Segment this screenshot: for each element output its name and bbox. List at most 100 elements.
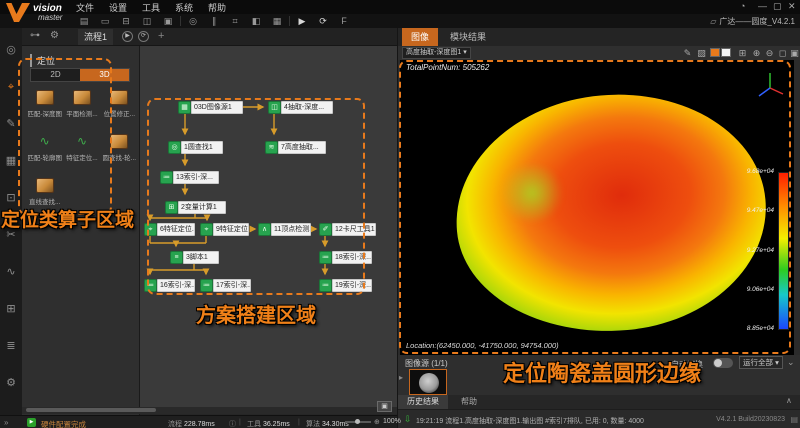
fit-view-icon[interactable]: ⊞ (736, 47, 749, 59)
flow-node-index-13[interactable]: ≔ 13索引-深... (160, 170, 219, 184)
measure-icon[interactable]: ▦ (0, 151, 22, 171)
save-icon[interactable]: ▤ (76, 15, 92, 27)
flow-node-script[interactable]: ≡ 3脚本1 (170, 250, 219, 264)
loop-flow-icon[interactable]: ⟳ (138, 31, 149, 42)
operator-icon (35, 178, 54, 193)
flow-node-feature-locate-9[interactable]: ⌖ 9特征定位... (200, 222, 249, 236)
data-queue-icon[interactable]: ▦ (269, 15, 285, 27)
tab-image[interactable]: 图像 (402, 28, 438, 46)
module-icon: ≔ (200, 278, 213, 292)
zoom-icon[interactable]: ⊕ (374, 418, 380, 426)
auto-switch-toggle[interactable] (713, 358, 733, 368)
module-label: 3脚本1 (183, 250, 219, 264)
module-icon: ≔ (319, 278, 332, 292)
export-icon[interactable]: ⊟ (118, 15, 134, 27)
3d-viewport[interactable]: TotalPointNum: 505262 9.68e+04 9.47e+04 … (400, 60, 794, 355)
operator-feature-locate[interactable]: ∿ 特征定位... (63, 134, 100, 162)
flow-node-caliper-tool[interactable]: ✐ 12卡尺工具1 (319, 222, 376, 236)
tab-history-result[interactable]: 历史结果 (398, 395, 448, 409)
operator-match-profile[interactable]: ∿ 匹配-轮廓图 (26, 134, 63, 162)
menu-help[interactable]: 帮助 (208, 1, 226, 14)
flow-canvas-scrollbar[interactable] (22, 407, 397, 414)
calib-icon[interactable]: ⊞ (0, 299, 22, 319)
run-once-icon[interactable]: ▶ (294, 15, 310, 27)
grid-icon[interactable]: ⌗ (227, 15, 243, 27)
module-label: 7高度抽取... (278, 140, 326, 154)
flow-node-index-19[interactable]: ≔ 19索引-深... (319, 278, 372, 292)
maximize-button[interactable]: ▢ (773, 1, 782, 12)
image-source-select[interactable]: 高度抽取-深度图1 ▾ (402, 47, 471, 59)
menu-settings[interactable]: 设置 (109, 1, 127, 14)
image-thumbnail[interactable] (409, 369, 447, 395)
flow-node-index-16[interactable]: ≔ 16索引-深... (144, 278, 195, 292)
operator-plane-detect[interactable]: 平面检测... (63, 90, 100, 118)
flow-tab[interactable]: 流程1 (78, 29, 114, 45)
flow-node-index-18[interactable]: ≔ 18索引-深... (319, 250, 372, 264)
chevron-down-icon[interactable]: ⌄ (787, 357, 795, 368)
colorbar-tick: 9.68e+04 (746, 168, 774, 175)
zoom-in-icon[interactable]: ⊕ (750, 47, 763, 59)
wrench-icon[interactable]: ⚙ (50, 30, 59, 41)
draw-icon[interactable]: ✎ (0, 114, 22, 134)
settings-icon[interactable]: ⚙ (0, 373, 22, 393)
module-icon[interactable]: ◧ (248, 15, 264, 27)
list-icon[interactable]: ≣ (0, 336, 22, 356)
arrow-right-icon[interactable]: ▸ (399, 373, 403, 382)
tab-3d[interactable]: 3D (80, 69, 129, 81)
flow-node-feature-locate-6[interactable]: ⌖ 6特征定位... (144, 222, 195, 236)
minimize-button[interactable]: — (758, 1, 767, 11)
fullscreen-icon[interactable]: ▣ (788, 47, 800, 59)
flow-node-extract-depth[interactable]: ◫ 4抽取-深度... (268, 100, 333, 114)
chevron-up-icon[interactable]: ∧ (786, 396, 792, 405)
operator-position-fix[interactable]: 位置修正... (101, 90, 138, 118)
camera-source-icon[interactable]: ◎ (0, 40, 22, 60)
add-flow-button[interactable]: + (158, 30, 164, 42)
flow-canvas[interactable]: ▦ 03D图像源1 ◫ 4抽取-深度... ◎ 1圆查找1 ≋ 7高度抽取...… (140, 46, 397, 407)
run-flow-icon[interactable]: ▶ (122, 31, 133, 42)
operator-circle-find[interactable]: 圆查找-轮... (101, 134, 138, 162)
compare-icon[interactable]: ◫ (139, 15, 155, 27)
zoom-slider-thumb[interactable] (355, 419, 360, 424)
menu-system[interactable]: 系统 (175, 1, 193, 14)
zoom-out-icon[interactable]: ⊖ (763, 47, 776, 59)
curve-icon[interactable]: ∿ (0, 262, 22, 282)
tab-2d[interactable]: 2D (31, 69, 80, 81)
front-run-icon[interactable]: F (336, 15, 352, 27)
zoom-slider[interactable] (345, 419, 371, 424)
module-label: 2变量计算1 (178, 200, 226, 214)
history-log-row[interactable]: ⇩ 19:21:19 流程1.高度抽取-深度图1.输出图 #索引7排队, 已用:… (398, 409, 800, 428)
flow-node-image-source[interactable]: ▦ 03D图像源1 (178, 100, 243, 114)
cursor-icon[interactable]: ▨ (695, 47, 708, 59)
tab-help[interactable]: 帮助 (452, 395, 486, 409)
thumbnail-circle (419, 373, 439, 393)
operator-line-find[interactable]: 直线查找... (26, 178, 63, 206)
flow-node-vertex-detect[interactable]: ∧ 11顶点检测1 (258, 222, 311, 236)
color-swatch-orange[interactable] (710, 48, 720, 57)
color-swatch-white[interactable] (721, 48, 731, 57)
menu-tools[interactable]: 工具 (142, 1, 160, 14)
layout-icon[interactable]: ▣ (160, 15, 176, 27)
scrollbar-thumb[interactable] (26, 408, 156, 412)
overview-button[interactable]: ▣ (377, 401, 392, 412)
flow-node-index-17[interactable]: ≔ 17索引-深... (200, 278, 251, 292)
monitor-icon[interactable]: ◔ (740, 1, 745, 11)
edit-icon[interactable]: ✎ (681, 47, 694, 59)
info-icon[interactable]: ⓘ (229, 419, 236, 428)
camera-icon[interactable]: ◎ (185, 15, 201, 27)
run-mode-select[interactable]: 运行全部 ▾ (739, 356, 783, 369)
log-list-icon[interactable]: ▤ (790, 415, 798, 424)
run-continuous-icon[interactable]: ⟳ (315, 15, 331, 27)
expand-icon[interactable]: » (4, 418, 8, 427)
close-button[interactable]: ✕ (788, 1, 796, 12)
flow-node-height-extract[interactable]: ≋ 7高度抽取... (265, 140, 326, 154)
menu-file[interactable]: 文件 (76, 1, 94, 14)
locate-icon[interactable]: ⌖ (0, 77, 22, 97)
flow-tree-icon[interactable]: ⊶ (30, 30, 40, 41)
tab-module-result[interactable]: 模块结果 (442, 28, 494, 46)
open-icon[interactable]: ▭ (97, 15, 113, 27)
flow-node-circle-find[interactable]: ◎ 1圆查找1 (168, 140, 223, 154)
view-tabs: 图像 模块结果 (398, 28, 800, 46)
operator-match-depth[interactable]: 匹配-深度图 (26, 90, 63, 118)
parallel-icon[interactable]: ∥ (206, 15, 222, 27)
flow-node-variable-calc[interactable]: ⊞ 2变量计算1 (165, 200, 226, 214)
